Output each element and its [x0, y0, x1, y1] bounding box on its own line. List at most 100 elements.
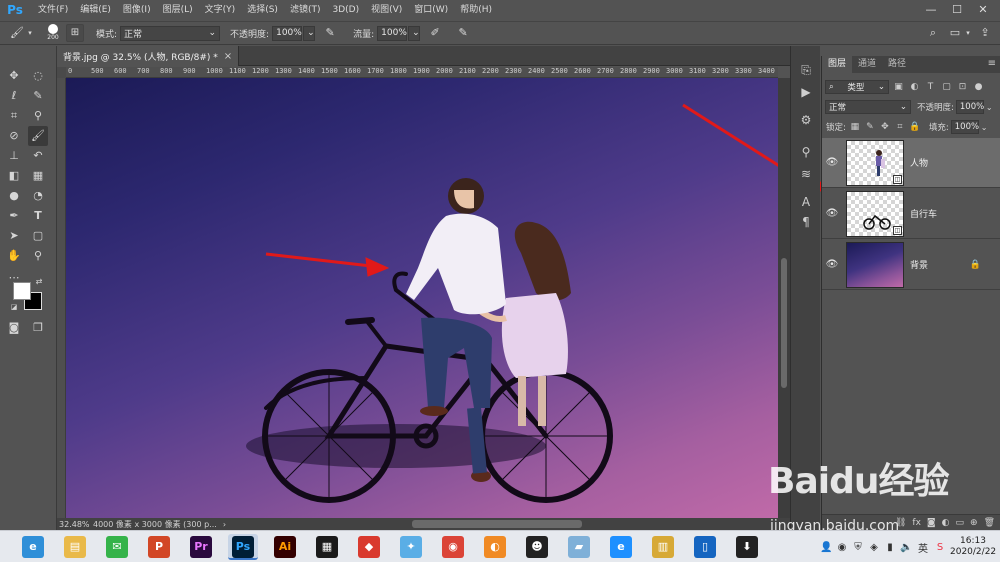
menu-view[interactable]: 视图(V): [365, 0, 408, 20]
ime-indicator[interactable]: 英: [916, 540, 930, 555]
share-icon[interactable]: ⇪: [976, 24, 994, 42]
healing-brush-tool-icon[interactable]: ⊘: [4, 126, 24, 146]
type-tool-icon[interactable]: T: [28, 206, 48, 226]
adjustment-filter-icon[interactable]: ◐: [908, 81, 921, 94]
taskbar-app-app-store[interactable]: ◆: [354, 534, 384, 560]
layer-row-person[interactable]: 👁 ◫ 人物: [822, 138, 1000, 188]
volume-icon[interactable]: 🔈: [900, 542, 912, 553]
lock-transparency-icon[interactable]: ▦: [849, 121, 861, 133]
layer-opacity-input[interactable]: 100%: [955, 100, 984, 114]
horizontal-scroll-thumb[interactable]: [412, 520, 582, 528]
blend-mode-select[interactable]: 正常 ⌄: [825, 100, 911, 114]
pen-tool-icon[interactable]: ✒: [4, 206, 24, 226]
pressure-opacity-icon[interactable]: ✎: [321, 24, 339, 42]
adjustments-icon[interactable]: ⚲: [796, 142, 816, 162]
filter-toggle-icon[interactable]: ●: [972, 81, 985, 94]
quick-select-tool-icon[interactable]: ✎: [28, 86, 48, 106]
layer-name[interactable]: 背景: [910, 258, 928, 271]
layer-thumbnail[interactable]: ◫: [846, 139, 904, 186]
chevron-down-icon[interactable]: ⌄: [986, 103, 993, 112]
menu-window[interactable]: 窗口(W): [408, 0, 454, 20]
brush-tool-icon[interactable]: 🖌: [8, 24, 26, 42]
screen-mode-icon[interactable]: ❐: [28, 318, 48, 338]
swap-colors-icon[interactable]: ⇄: [33, 276, 45, 288]
play-actions-icon[interactable]: ▶: [796, 82, 816, 102]
vertical-scroll-thumb[interactable]: [781, 258, 787, 388]
taskbar-app-photoshop[interactable]: Ps: [228, 534, 258, 560]
workspace-icon[interactable]: ▭: [946, 24, 964, 42]
history-icon[interactable]: ⎘: [796, 60, 816, 80]
flow-input[interactable]: 100%: [377, 25, 408, 41]
menu-type[interactable]: 文字(Y): [199, 0, 242, 20]
airbrush-icon[interactable]: ✐: [426, 24, 444, 42]
eraser-tool-icon[interactable]: ◧: [4, 166, 24, 186]
lock-pixels-icon[interactable]: ✎: [864, 121, 876, 133]
fill-input[interactable]: 100%: [950, 120, 979, 134]
foreground-color-swatch[interactable]: [13, 282, 31, 300]
crop-tool-icon[interactable]: ⌗: [4, 106, 24, 126]
visibility-eye-icon[interactable]: 👁: [822, 208, 842, 219]
workspace-chevron-icon[interactable]: ▾: [964, 24, 972, 42]
taskbar-app-illustrator[interactable]: Ai: [270, 534, 300, 560]
type-filter-icon[interactable]: T: [924, 81, 937, 94]
hand-tool-icon[interactable]: ✋: [4, 246, 24, 266]
smart-object-filter-icon[interactable]: ⊡: [956, 81, 969, 94]
tab-layers[interactable]: 图层: [822, 56, 853, 73]
user-icon[interactable]: 👤: [820, 542, 832, 553]
taskbar-app-chrome[interactable]: ◉: [438, 534, 468, 560]
taskbar-app-qq[interactable]: ☻: [522, 534, 552, 560]
brush-settings-icon[interactable]: ≋: [796, 164, 816, 184]
taskbar-app-explorer[interactable]: ▤: [60, 534, 90, 560]
flow-dropdown[interactable]: ⌄: [408, 25, 421, 41]
taskbar-app-downloader[interactable]: ⬇: [732, 534, 762, 560]
history-brush-tool-icon[interactable]: ↶: [28, 146, 48, 166]
taskbar-app-ie[interactable]: e: [606, 534, 636, 560]
taskbar-app-browser[interactable]: e: [18, 534, 48, 560]
properties-icon[interactable]: ⚙: [796, 110, 816, 130]
move-tool-icon[interactable]: ✥: [4, 66, 24, 86]
default-colors-icon[interactable]: ◪: [9, 302, 19, 312]
menu-help[interactable]: 帮助(H): [454, 0, 498, 20]
vertical-ruler[interactable]: [57, 78, 66, 518]
shape-filter-icon[interactable]: ▢: [940, 81, 953, 94]
sogou-icon[interactable]: S: [934, 542, 946, 553]
path-select-tool-icon[interactable]: ➤: [4, 226, 24, 246]
taskbar-app-wechat[interactable]: ✉: [102, 534, 132, 560]
antivirus-icon[interactable]: ◉: [836, 542, 848, 553]
menu-filter[interactable]: 滤镜(T): [284, 0, 327, 20]
lock-all-icon[interactable]: 🔒: [909, 121, 921, 133]
lock-position-icon[interactable]: ✥: [879, 121, 891, 133]
clone-stamp-tool-icon[interactable]: ⊥: [4, 146, 24, 166]
close-icon[interactable]: ×: [224, 51, 232, 62]
panel-menu-icon[interactable]: ≡: [988, 58, 996, 69]
layer-row-background[interactable]: 👁 背景 🔒: [822, 240, 1000, 290]
taskbar-app-player[interactable]: ◐: [480, 534, 510, 560]
character-icon[interactable]: A: [796, 192, 816, 212]
gradient-tool-icon[interactable]: ▦: [28, 166, 48, 186]
document-tab[interactable]: 背景.jpg @ 32.5% (人物, RGB/8#) * ×: [57, 46, 240, 66]
paragraph-icon[interactable]: ¶: [796, 212, 816, 232]
taskbar-app-tablet[interactable]: ▯: [690, 534, 720, 560]
taskbar-app-calendar[interactable]: ▥: [648, 534, 678, 560]
menu-image[interactable]: 图像(I): [117, 0, 157, 20]
menu-edit[interactable]: 编辑(E): [74, 0, 117, 20]
lock-artboard-icon[interactable]: ⌗: [894, 121, 906, 133]
menu-layer[interactable]: 图层(L): [157, 0, 199, 20]
menu-select[interactable]: 选择(S): [241, 0, 284, 20]
pixel-filter-icon[interactable]: ▣: [892, 81, 905, 94]
system-clock[interactable]: 16:13 2020/2/22: [950, 536, 996, 558]
status-menu-arrow[interactable]: ›: [223, 520, 226, 529]
zoom-level[interactable]: 32.48%: [59, 520, 93, 529]
mode-select[interactable]: 正常 ⌄: [120, 25, 221, 41]
quick-mask-icon[interactable]: ◙: [4, 318, 24, 338]
layer-thumbnail[interactable]: ◫: [846, 190, 904, 237]
shield-icon[interactable]: ⛨: [852, 542, 864, 553]
marquee-tool-icon[interactable]: ◌: [28, 66, 48, 86]
brush-tool-icon[interactable]: 🖌: [28, 126, 48, 146]
close-button[interactable]: ✕: [970, 0, 996, 20]
minimize-button[interactable]: —: [918, 0, 944, 20]
chevron-down-icon[interactable]: ⌄: [981, 123, 988, 132]
taskbar-app-bird-app[interactable]: ✦: [396, 534, 426, 560]
taskbar-app-premiere[interactable]: Pr: [186, 534, 216, 560]
blur-tool-icon[interactable]: ●: [4, 186, 24, 206]
